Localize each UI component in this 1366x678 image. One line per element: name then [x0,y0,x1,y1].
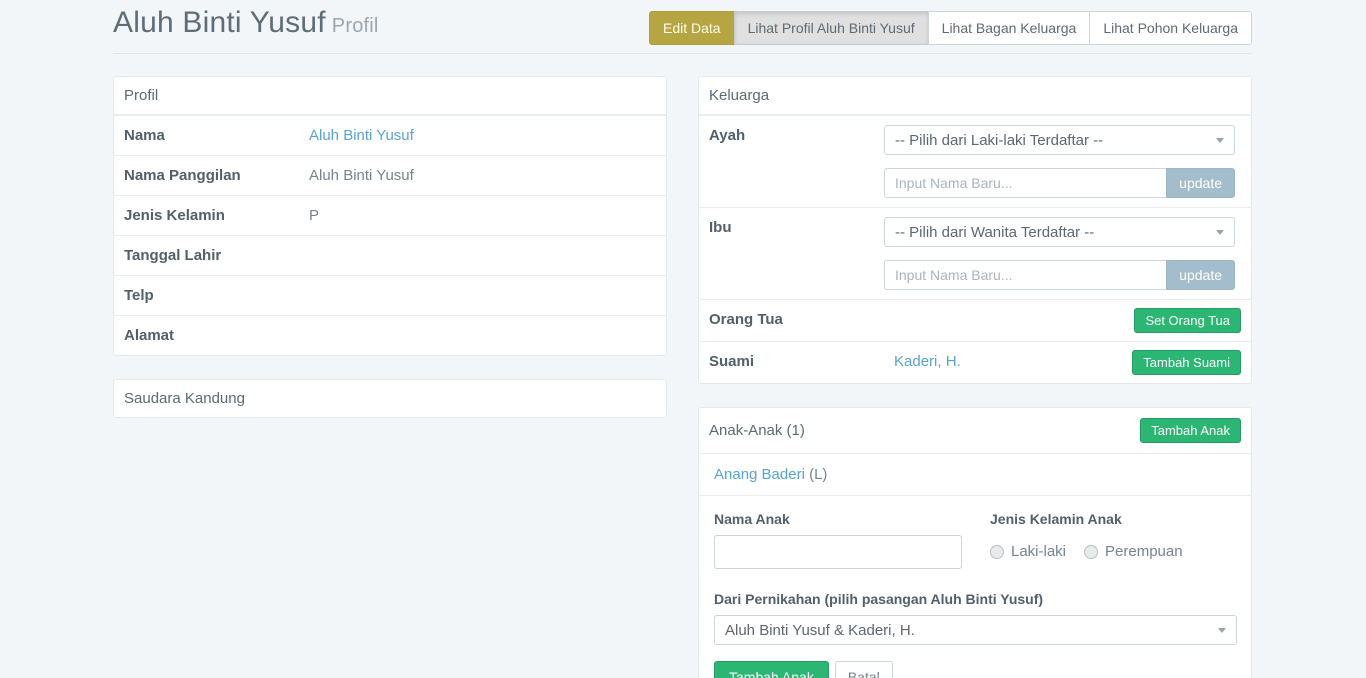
family-panel-title: Keluarga [699,77,1251,115]
tab-lihat-bagan-keluarga[interactable]: Lihat Bagan Keluarga [928,11,1091,45]
child-name-link[interactable]: Anang Baderi [714,466,805,483]
mother-label: Ibu [699,208,884,247]
profile-row-label: Nama Panggilan [114,156,299,195]
family-panel: Keluarga Ayah -- Pilih dari Laki-laki Te… [698,76,1252,384]
batal-button[interactable]: Batal [835,661,893,678]
father-row: Ayah -- Pilih dari Laki-laki Terdaftar -… [699,115,1251,207]
parents-row: Orang Tua Set Orang Tua [699,299,1251,341]
siblings-panel-title: Saudara Kandung [114,380,666,417]
tab-lihat-pohon-keluarga[interactable]: Lihat Pohon Keluarga [1089,11,1252,45]
radio-perempuan[interactable]: Perempuan [1084,543,1183,560]
profile-row-value: P [299,196,666,235]
right-column: Keluarga Ayah -- Pilih dari Laki-laki Te… [698,76,1252,678]
profile-row-value: Aluh Binti Yusuf [299,156,666,195]
spouse-name-link[interactable]: Kaderi, H. [894,353,961,370]
profile-row-value [299,236,666,275]
radio-laki-laki[interactable]: Laki-laki [990,543,1066,560]
table-row: Nama Aluh Binti Yusuf [114,115,666,155]
children-panel-title: Anak-Anak (1) [709,422,805,439]
mother-select[interactable]: -- Pilih dari Wanita Terdaftar -- [884,217,1235,247]
child-list-item: Anang Baderi (L) [699,453,1251,495]
left-column: Profil Nama Aluh Binti Yusuf Nama Panggi… [113,76,667,678]
chevron-down-icon [1218,628,1226,633]
child-name-label: Nama Anak [714,511,962,527]
mother-row: Ibu -- Pilih dari Wanita Terdaftar -- up… [699,207,1251,299]
father-new-name-input[interactable] [884,168,1166,198]
children-panel: Anak-Anak (1) Tambah Anak Anang Baderi (… [698,407,1252,678]
profile-name-link[interactable]: Aluh Binti Yusuf [309,127,414,144]
spouse-label: Suami [699,342,884,381]
child-gender-label: Jenis Kelamin Anak [990,511,1183,527]
page-header: Aluh Binti Yusuf Profil Edit Data Lihat P… [113,0,1252,45]
profile-row-label: Tanggal Lahir [114,236,299,275]
siblings-panel: Saudara Kandung [113,379,667,418]
mother-new-name-input[interactable] [884,260,1166,290]
set-orang-tua-button[interactable]: Set Orang Tua [1134,308,1241,333]
profile-row-label: Telp [114,276,299,315]
profile-row-label: Nama [114,116,299,155]
add-child-form: Nama Anak Jenis Kelamin Anak Laki-laki [699,495,1251,678]
tab-edit-data[interactable]: Edit Data [649,11,735,45]
marriage-label: Dari Pernikahan (pilih pasangan Aluh Bin… [714,591,1236,607]
spouse-row: Suami Kaderi, H. Tambah Suami [699,341,1251,383]
page-subtitle: Profil [332,15,379,37]
profile-row-value [299,316,666,355]
tab-lihat-profil[interactable]: Lihat Profil Aluh Binti Yusuf [734,11,929,45]
profile-panel-title: Profil [114,77,666,115]
table-row: Jenis Kelamin P [114,195,666,235]
parents-label: Orang Tua [699,300,884,339]
chevron-down-icon [1216,230,1224,235]
profile-panel: Profil Nama Aluh Binti Yusuf Nama Panggi… [113,76,667,356]
mother-update-button[interactable]: update [1166,260,1235,290]
radio-icon[interactable] [990,545,1004,559]
header-tab-group: Edit Data Lihat Profil Aluh Binti Yusuf … [649,11,1252,45]
father-label: Ayah [699,116,884,155]
table-row: Nama Panggilan Aluh Binti Yusuf [114,155,666,195]
child-name-input[interactable] [714,535,962,569]
child-gender-suffix: (L) [809,466,827,483]
page-title: Aluh Binti Yusuf Profil [113,6,379,40]
profile-row-label: Jenis Kelamin [114,196,299,235]
table-row: Telp [114,275,666,315]
table-row: Tanggal Lahir [114,235,666,275]
header-divider [113,53,1252,54]
person-name-heading: Aluh Binti Yusuf [113,6,326,39]
chevron-down-icon [1216,138,1224,143]
page-container: Aluh Binti Yusuf Profil Edit Data Lihat P… [113,0,1252,678]
children-panel-heading: Anak-Anak (1) Tambah Anak [699,408,1251,453]
profile-row-label: Alamat [114,316,299,355]
father-update-button[interactable]: update [1166,168,1235,198]
tambah-anak-header-button[interactable]: Tambah Anak [1140,418,1241,443]
table-row: Alamat [114,315,666,355]
submit-tambah-anak-button[interactable]: Tambah Anak [714,661,829,678]
marriage-select[interactable]: Aluh Binti Yusuf & Kaderi, H. [714,615,1237,645]
tambah-suami-button[interactable]: Tambah Suami [1132,350,1241,375]
radio-icon[interactable] [1084,545,1098,559]
father-select[interactable]: -- Pilih dari Laki-laki Terdaftar -- [884,125,1235,155]
profile-row-value [299,276,666,315]
